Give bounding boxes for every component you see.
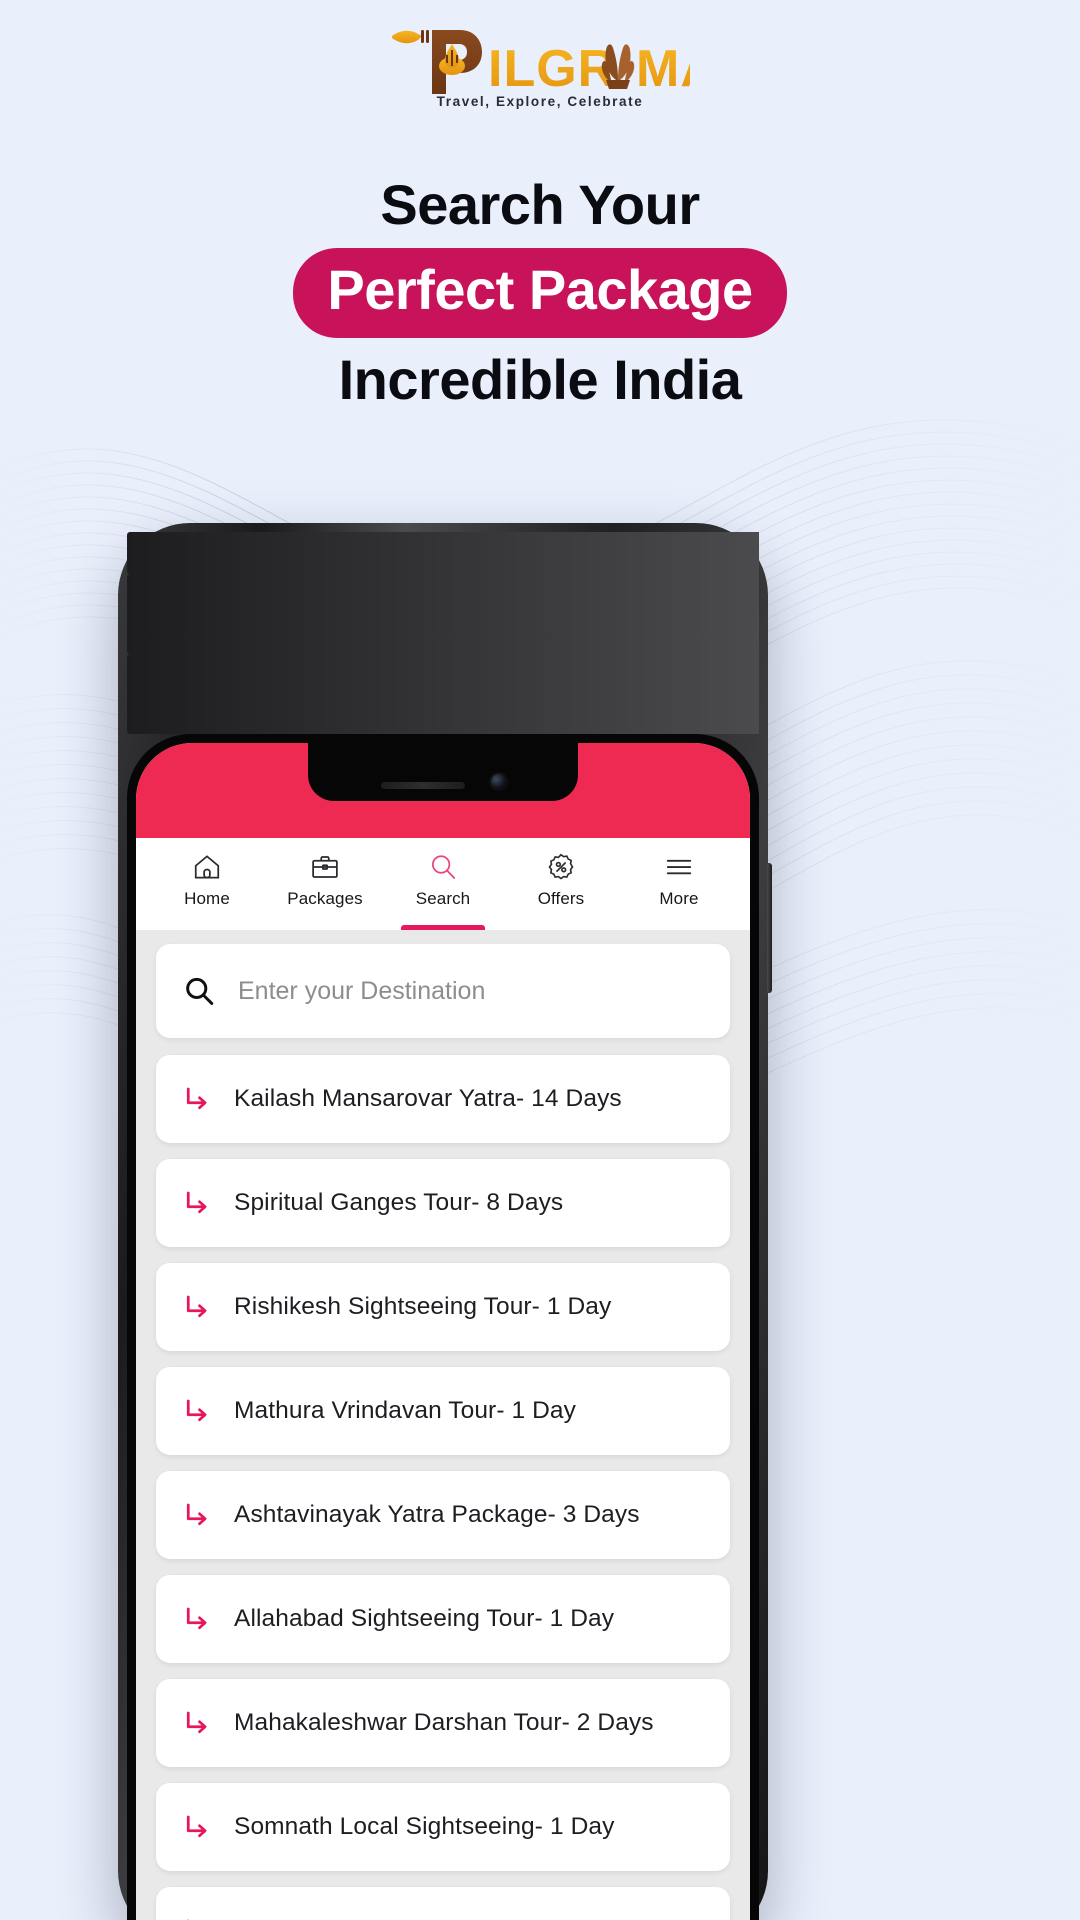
nav-label-home: Home	[184, 888, 230, 908]
headline-line-1: Search Your	[380, 173, 700, 236]
nav-item-home[interactable]: Home	[148, 838, 266, 930]
list-item[interactable]: Mathura Vrindavan Tour- 1 Day	[156, 1367, 730, 1455]
search-screen-body: Kailash Mansarovar Yatra- 14 Days Spirit…	[136, 930, 750, 1920]
briefcase-icon	[312, 855, 338, 878]
list-item-label: Somnath Local Sightseeing- 1 Day	[234, 1813, 615, 1840]
list-item[interactable]: Somnath Local Sightseeing- 1 Day	[156, 1783, 730, 1871]
phone-screen: Home Packages Search Offers More Enter y…	[136, 743, 750, 1920]
status-bar	[136, 743, 750, 838]
svg-text:MAGE: MAGE	[636, 40, 690, 98]
nav-item-more[interactable]: More	[620, 838, 738, 930]
brand-tagline: Travel, Explore, Celebrate	[436, 94, 644, 109]
nav-item-offers[interactable]: Offers	[502, 838, 620, 930]
list-item-label: Mahakaleshwar Darshan Tour- 2 Days	[234, 1709, 654, 1736]
discount-icon	[548, 853, 574, 880]
list-item[interactable]: Varanasi Sarnath Tour Package- 3 Days	[156, 1887, 730, 1920]
brand-logo: ILGR MAGE Travel, Explore, Celebrate	[0, 22, 1080, 109]
phone-mockup: Home Packages Search Offers More Enter y…	[118, 523, 772, 1920]
nav-active-indicator	[400, 925, 486, 930]
list-item[interactable]: Rishikesh Sightseeing Tour- 1 Day	[156, 1263, 730, 1351]
earpiece-speaker	[380, 782, 465, 789]
list-item-label: Mathura Vrindavan Tour- 1 Day	[234, 1397, 576, 1424]
volume-button-mute[interactable]	[127, 532, 759, 574]
search-icon	[186, 977, 214, 1005]
list-item-label: Allahabad Sightseeing Tour- 1 Day	[234, 1605, 615, 1632]
list-item[interactable]: Mahakaleshwar Darshan Tour- 2 Days	[156, 1679, 730, 1767]
volume-down-button[interactable]	[127, 654, 759, 734]
list-item[interactable]: Kailash Mansarovar Yatra- 14 Days	[156, 1055, 730, 1143]
list-item-label: Kailash Mansarovar Yatra- 14 Days	[234, 1085, 622, 1112]
arrow-turn-down-right-icon	[186, 1191, 207, 1214]
volume-up-button[interactable]	[127, 574, 759, 654]
nav-item-packages[interactable]: Packages	[266, 838, 384, 930]
list-item-label: Spiritual Ganges Tour- 8 Days	[234, 1189, 564, 1216]
arrow-turn-down-right-icon	[187, 1919, 190, 1920]
list-item[interactable]: Spiritual Ganges Tour- 8 Days	[156, 1159, 730, 1247]
search-input[interactable]	[238, 976, 704, 1006]
front-camera	[490, 774, 506, 789]
list-item-label: Ashtavinayak Yatra Package- 3 Days	[234, 1501, 640, 1528]
phone-notch	[308, 743, 578, 801]
arrow-turn-down-right-icon	[186, 1503, 207, 1526]
list-item-label: Rishikesh Sightseeing Tour- 1 Day	[234, 1293, 612, 1320]
pilgrimage-logo-icon: ILGR MAGE	[392, 30, 690, 98]
nav-label-packages: Packages	[287, 888, 363, 908]
search-icon	[432, 854, 456, 879]
nav-label-search: Search	[415, 888, 471, 908]
arrow-turn-down-right-icon	[186, 1815, 207, 1838]
list-item[interactable]: Ashtavinayak Yatra Package- 3 Days	[156, 1471, 730, 1559]
headline-line-3: Incredible India	[338, 348, 742, 411]
nav-label-more: More	[659, 888, 699, 908]
arrow-turn-down-right-icon	[186, 1087, 207, 1110]
phone-bezel: Home Packages Search Offers More Enter y…	[127, 734, 759, 1920]
app-navigation-bar: Home Packages Search Offers More	[136, 838, 750, 930]
svg-text:ILGR: ILGR	[488, 40, 616, 98]
menu-icon	[666, 859, 692, 874]
arrow-turn-down-right-icon	[186, 1399, 207, 1422]
search-bar[interactable]	[156, 944, 730, 1038]
arrow-turn-down-right-icon	[186, 1295, 207, 1318]
hero-headline: Search Your Perfect Package Incredible I…	[0, 168, 1080, 418]
list-item[interactable]: Allahabad Sightseeing Tour- 1 Day	[156, 1575, 730, 1663]
headline-badge: Perfect Package	[293, 248, 787, 338]
nav-label-offers: Offers	[537, 888, 585, 908]
power-button[interactable]	[767, 863, 772, 993]
arrow-turn-down-right-icon	[186, 1607, 207, 1630]
search-suggestion-list: Kailash Mansarovar Yatra- 14 Days Spirit…	[156, 1055, 730, 1920]
nav-item-search[interactable]: Search	[384, 838, 502, 930]
arrow-turn-down-right-icon	[186, 1711, 207, 1734]
home-icon	[194, 854, 220, 878]
